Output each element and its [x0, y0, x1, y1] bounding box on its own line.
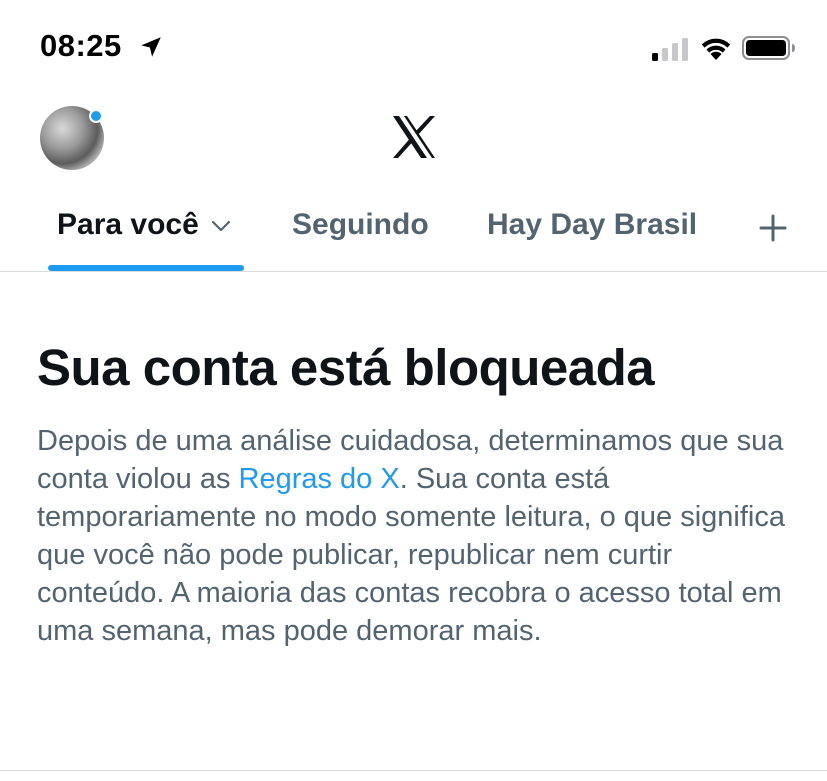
top-bar	[0, 90, 827, 190]
tab-for-you[interactable]: Para você	[57, 208, 231, 242]
wifi-icon	[701, 38, 731, 60]
tab-label: Para você	[57, 208, 199, 241]
x-rules-link[interactable]: Regras do X	[239, 463, 400, 495]
battery-icon	[742, 36, 795, 60]
status-time: 08:25	[40, 28, 122, 63]
tab-hay-day-brasil[interactable]: Hay Day Brasil	[487, 208, 697, 242]
chevron-down-icon	[211, 220, 230, 232]
plus-icon[interactable]	[759, 214, 787, 242]
tab-following[interactable]: Seguindo	[292, 208, 429, 242]
x-logo-icon	[393, 116, 435, 158]
divider	[0, 770, 827, 771]
locked-account-notice: Sua conta está bloqueada Depois de uma a…	[37, 336, 797, 650]
notice-body: Depois de uma análise cuidadosa, determi…	[37, 422, 797, 650]
notice-title: Sua conta está bloqueada	[37, 339, 655, 396]
status-bar: 08:25	[0, 0, 827, 90]
timeline-tabs: Para você Seguindo Hay Day Brasil	[0, 190, 827, 272]
notification-dot-icon	[89, 109, 103, 123]
cellular-signal-icon	[652, 38, 688, 61]
active-tab-indicator	[48, 265, 244, 271]
location-arrow-icon	[141, 37, 161, 57]
tab-label: Seguindo	[292, 208, 429, 241]
tab-label: Hay Day Brasil	[487, 208, 698, 241]
